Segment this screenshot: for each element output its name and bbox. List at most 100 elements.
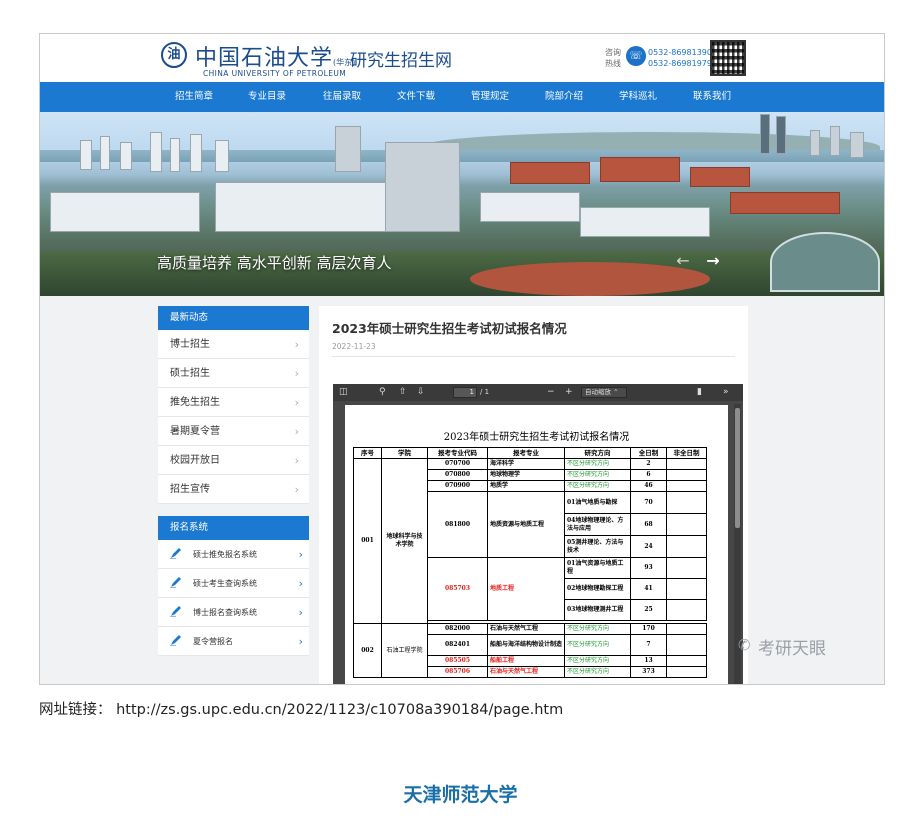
pen-icon xyxy=(170,635,181,646)
banner-building xyxy=(335,126,361,172)
logo-english: CHINA UNIVERSITY OF PETROLEUM xyxy=(203,69,347,78)
sidebar-item-recommended[interactable]: 推免生招生 › xyxy=(158,388,309,417)
sidebar-item-master[interactable]: 硕士招生 › xyxy=(158,359,309,388)
col-parttime[interactable]: 非全日制 xyxy=(666,447,707,459)
banner-building xyxy=(510,162,590,184)
pdf-toolbar: ◫ ⚲ ⇧ ⇩ 1 / 1 − + 自动缩放 ⌃ ▮ » xyxy=(333,384,743,401)
chevron-right-icon: › xyxy=(298,577,303,590)
banner-sea xyxy=(40,150,884,162)
university-seal-icon[interactable]: 油 xyxy=(161,42,187,68)
section-title: 天津师范大学 xyxy=(403,784,518,806)
watermark-text: 考研天眼 xyxy=(758,639,826,659)
col-direction[interactable]: 研究方向 xyxy=(564,447,631,459)
article-date: 2022-11-23 xyxy=(332,342,376,351)
banner-slogan: 高质量培养 高水平创新 高层次育人 xyxy=(157,254,392,272)
zoom-in-icon[interactable]: + xyxy=(565,386,573,399)
nav-item-catalog[interactable]: 专业目录 xyxy=(248,82,286,112)
sidebar-system-heading: 报名系统 xyxy=(158,516,309,540)
banner-building xyxy=(50,192,200,232)
nav-item-past-admission[interactable]: 往届录取 xyxy=(323,82,361,112)
pen-icon xyxy=(170,606,181,617)
qr-code-icon xyxy=(710,40,746,76)
zoom-select[interactable]: 自动缩放 ⌃ xyxy=(581,387,627,398)
page-down-icon[interactable]: ⇩ xyxy=(417,386,425,399)
chevron-right-icon: › xyxy=(294,483,299,496)
col-fulltime[interactable]: 全日制 xyxy=(630,447,667,459)
nav-item-regulations[interactable]: 管理规定 xyxy=(471,82,509,112)
banner-building xyxy=(215,140,229,172)
zoom-out-icon[interactable]: − xyxy=(547,386,555,399)
table-row: 001 地球科学与技术学院 070700 海洋科学 不区分研究方向 2 xyxy=(353,458,707,624)
sidebar-item-publicity[interactable]: 招生宣传 › xyxy=(158,475,309,504)
sidebar-toggle-icon[interactable]: ◫ xyxy=(339,386,348,399)
col-college[interactable]: 学院 xyxy=(381,447,428,459)
site-header: 油 中国石油大学(华东) 研究生招生网 CHINA UNIVERSITY OF … xyxy=(40,34,884,82)
nav-item-downloads[interactable]: 文件下载 xyxy=(397,82,435,112)
wechat-icon: ✆ xyxy=(738,636,751,654)
logo-chinese[interactable]: 中国石油大学(华东) xyxy=(195,40,355,72)
banner-building xyxy=(730,192,840,214)
col-major[interactable]: 报考专业 xyxy=(487,447,565,459)
hotline-number-2: 0532-86981979 xyxy=(648,59,712,68)
pen-icon xyxy=(170,577,181,588)
col-code[interactable]: 报考专业代码 xyxy=(427,447,488,459)
article-panel: 2023年硕士研究生招生考试初试报名情况 2022-11-23 ◫ ⚲ ⇧ ⇩ … xyxy=(319,306,748,684)
article-divider xyxy=(332,356,735,357)
chevron-right-icon: › xyxy=(294,367,299,380)
chevron-right-icon: › xyxy=(294,396,299,409)
nav-item-contact[interactable]: 联系我们 xyxy=(693,82,731,112)
chevron-right-icon: › xyxy=(298,606,303,619)
banner-building xyxy=(580,207,710,237)
table-row: 002 石油工程学院 082000 石油与天然气工程 不区分研究方向 170 xyxy=(353,623,707,678)
page-number-input[interactable]: 1 xyxy=(453,387,477,398)
hotline-numbers: 0532-86981390 0532-86981979 xyxy=(648,47,712,69)
banner-building xyxy=(690,167,750,187)
chevron-right-icon: › xyxy=(298,635,303,648)
screenshot-frame: 油 中国石油大学(华东) 研究生招生网 CHINA UNIVERSITY OF … xyxy=(39,33,885,685)
banner-building xyxy=(170,138,180,172)
chevron-right-icon: › xyxy=(294,425,299,438)
page-up-icon[interactable]: ⇧ xyxy=(399,386,407,399)
system-item-master-query[interactable]: 硕士考生查询系统 › xyxy=(158,569,309,598)
sidebar-item-summer-camp[interactable]: 暑期夏令营 › xyxy=(158,417,309,446)
chevron-right-icon: › xyxy=(298,548,303,561)
system-item-doctoral-query[interactable]: 博士报名查询系统 › xyxy=(158,598,309,627)
search-icon[interactable]: ⚲ xyxy=(379,386,386,399)
nav-item-departments[interactable]: 院部介绍 xyxy=(545,82,583,112)
chevron-right-icon: › xyxy=(294,338,299,351)
nav-item-admission-guide[interactable]: 招生简章 xyxy=(175,82,213,112)
sidebar-item-open-day[interactable]: 校园开放日 › xyxy=(158,446,309,475)
banner-building xyxy=(760,114,770,154)
source-url-text: 网址链接： http://zs.gs.upc.edu.cn/2022/1123/… xyxy=(39,702,564,718)
site-title[interactable]: 研究生招生网 xyxy=(350,46,452,71)
nav-item-disciplines[interactable]: 学科巡礼 xyxy=(619,82,657,112)
phone-icon: ☏ xyxy=(626,46,646,66)
banner-building xyxy=(385,142,460,232)
admission-table: 序号 学院 报考专业代码 报考专业 研究方向 全日制 非全日制 001 地球科学… xyxy=(353,447,707,678)
bookmark-icon[interactable]: ▮ xyxy=(697,386,702,399)
col-seq[interactable]: 序号 xyxy=(353,447,382,459)
banner-building xyxy=(850,132,864,158)
pdf-scroll-thumb[interactable] xyxy=(735,408,740,528)
banner-building xyxy=(480,192,580,222)
system-item-summer-camp[interactable]: 夏令营报名 › xyxy=(158,627,309,656)
group-seq: 001 xyxy=(353,458,382,624)
sidebar: 最新动态 博士招生 › 硕士招生 › 推免生招生 › 暑期夏令营 › 校园开放日 › 招生… xyxy=(158,306,309,656)
page-total: / 1 xyxy=(480,388,490,396)
banner-building xyxy=(810,130,820,156)
sidebar-item-doctoral[interactable]: 博士招生 › xyxy=(158,330,309,359)
banner-building xyxy=(120,142,132,170)
tools-chevron-icon[interactable]: » xyxy=(723,386,729,399)
pdf-page: 2023年硕士研究生招生考试初试报名情况 序号 学院 报考专业代码 报考专业 研… xyxy=(345,405,728,684)
system-item-master-recommend[interactable]: 硕士推免报名系统 › xyxy=(158,540,309,569)
banner-next-arrow-icon[interactable]: → xyxy=(702,250,724,272)
hotline-label: 咨询热线 xyxy=(605,48,621,68)
group-college: 地球科学与技术学院 xyxy=(381,458,428,624)
banner-building xyxy=(776,116,786,154)
banner-prev-arrow-icon[interactable]: ← xyxy=(672,250,694,272)
banner-building xyxy=(100,136,110,170)
campus-banner: 高质量培养 高水平创新 高层次育人 ← → xyxy=(40,112,884,296)
main-nav: 招生简章 专业目录 往届录取 文件下载 管理规定 院部介绍 学科巡礼 联系我们 xyxy=(40,82,884,112)
sidebar-news-heading: 最新动态 xyxy=(158,306,309,330)
banner-building xyxy=(215,182,405,232)
